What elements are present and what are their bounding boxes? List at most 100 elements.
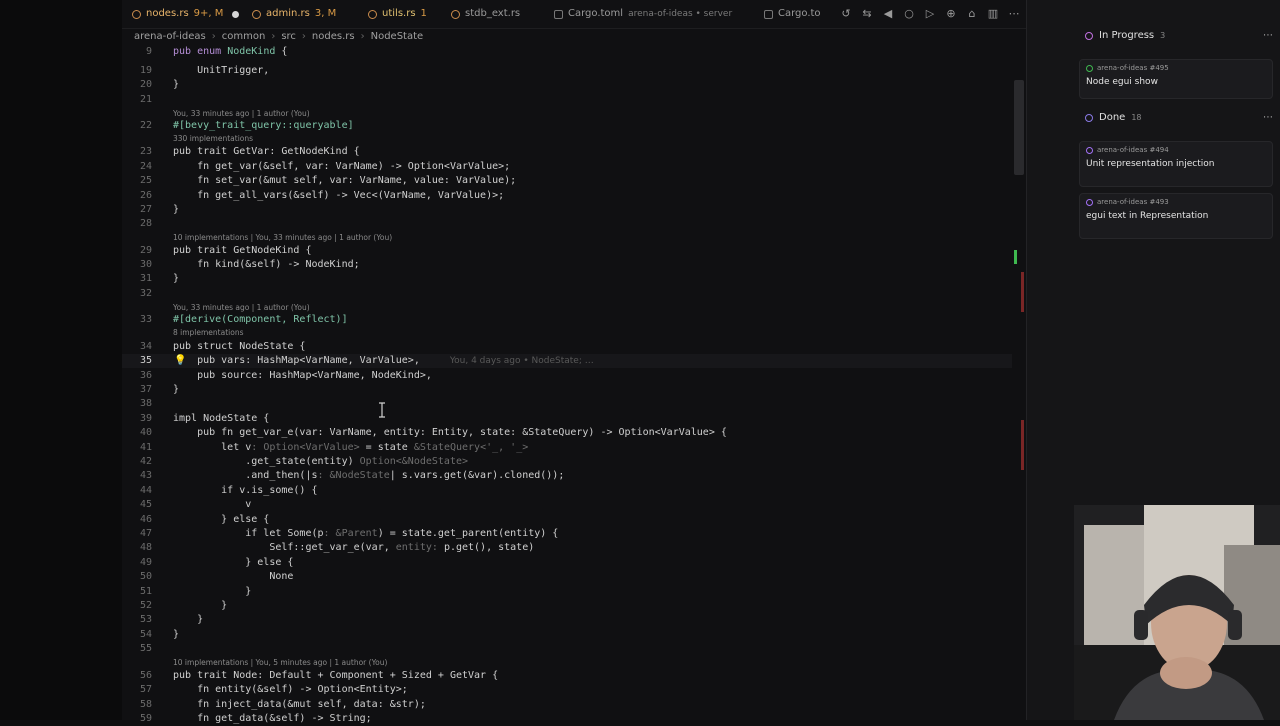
left-sidebar-strip [0, 0, 123, 720]
code-line[interactable]: 25 fn set_var(&mut self, var: VarName, v… [122, 174, 1026, 188]
code-line[interactable]: 38 [122, 397, 1026, 411]
code-line[interactable]: 22 #[bevy_trait_query::queryable] [122, 119, 1026, 133]
code-line[interactable]: 9 pub enum NodeKind { [122, 45, 1026, 59]
code-line[interactable]: 53 } [122, 613, 1026, 627]
lightbulb-icon[interactable]: 💡 [174, 356, 186, 366]
error-marker [1021, 272, 1024, 312]
rust-file-icon [132, 9, 141, 19]
tab-cargo-toml-2[interactable]: Cargo.to [764, 0, 821, 28]
extensions-icon[interactable]: ⊕ [945, 8, 957, 20]
open-issue-icon [1086, 64, 1093, 72]
webcam-image [1074, 505, 1280, 720]
unsaved-dot-icon[interactable] [232, 10, 240, 18]
history-icon[interactable]: ↺ [840, 8, 852, 20]
code-lens[interactable]: 8 implementations [173, 328, 244, 338]
webcam-overlay [1074, 505, 1280, 720]
circle-icon[interactable]: ○ [903, 8, 915, 20]
issue-card[interactable]: arena-of-ideas #494 Unit representation … [1079, 141, 1273, 187]
tab-cargo-toml[interactable]: Cargo.toml arena-of-ideas • server [554, 0, 732, 28]
rust-file-icon [451, 9, 460, 19]
rust-file-icon [368, 9, 377, 19]
code-line[interactable]: 40 pub fn get_var_e(var: VarName, entity… [122, 426, 1026, 440]
tab-stdb-ext-rs[interactable]: stdb_ext.rs [451, 0, 520, 28]
code-line[interactable]: 19 UnitTrigger, [122, 64, 1026, 78]
breadcrumb-item[interactable]: nodes.rs [312, 29, 355, 45]
code-line[interactable]: 58 fn inject_data(&mut self, data: &str)… [122, 698, 1026, 712]
rust-file-icon [252, 9, 261, 19]
code-line[interactable]: 48 Self::get_var_e(var, entity: p.get(),… [122, 541, 1026, 555]
back-icon[interactable]: ◀ [882, 8, 894, 20]
editor-tab-bar: nodes.rs 9+, M admin.rs 3, M utils.rs 1 … [122, 0, 1026, 29]
git-change-marker [1014, 250, 1017, 264]
code-editor[interactable]: nodes.rs 9+, M admin.rs 3, M utils.rs 1 … [122, 0, 1026, 724]
group-in-progress[interactable]: In Progress 3 [1085, 28, 1165, 44]
code-line[interactable]: 30 fn kind(&self) -> NodeKind; [122, 258, 1026, 272]
gear-icon [554, 9, 563, 19]
code-line[interactable]: 29 pub trait GetNodeKind { [122, 244, 1026, 258]
code-line[interactable]: 55 [122, 642, 1026, 656]
code-line[interactable]: 56 pub trait Node: Default + Component + … [122, 669, 1026, 683]
more-actions-icon[interactable]: ⋯ [1008, 8, 1020, 20]
home-icon[interactable]: ⌂ [966, 8, 978, 20]
code-line[interactable]: 21 [122, 93, 1026, 107]
code-line[interactable]: 34 pub struct NodeState { [122, 340, 1026, 354]
code-line[interactable]: 54} [122, 628, 1026, 642]
closed-issue-icon [1086, 198, 1093, 206]
code-line[interactable]: 37} [122, 383, 1026, 397]
breadcrumb-item[interactable]: NodeState [371, 29, 424, 45]
code-line[interactable]: 50 None [122, 570, 1026, 584]
text-cursor-icon [379, 402, 385, 418]
split-editor-icon[interactable]: ▥ [987, 8, 999, 20]
code-lens[interactable]: 10 implementations | You, 5 minutes ago … [173, 658, 387, 668]
code-line[interactable]: 41 let v: Option<VarValue> = state &Stat… [122, 441, 1026, 455]
code-line[interactable]: 33 #[derive(Component, Reflect)] [122, 313, 1026, 327]
done-status-icon [1085, 114, 1093, 122]
tab-nodes-rs[interactable]: nodes.rs 9+, M [132, 0, 240, 28]
code-line[interactable]: 39 impl NodeState { [122, 412, 1026, 426]
code-line[interactable]: 24 fn get_var(&self, var: VarName) -> Op… [122, 160, 1026, 174]
code-line[interactable]: 47 if let Some(p: &Parent) = state.get_p… [122, 527, 1026, 541]
code-line[interactable]: 51 } [122, 585, 1026, 599]
gear-icon [764, 9, 773, 19]
code-lens[interactable]: You, 33 minutes ago | 1 author (You) [173, 109, 310, 119]
issue-card[interactable]: arena-of-ideas #495 Node egui show [1079, 59, 1273, 99]
code-line[interactable]: 49 } else { [122, 556, 1026, 570]
code-line[interactable]: 20} [122, 78, 1026, 92]
code-line[interactable]: 44 if v.is_some() { [122, 484, 1026, 498]
in-progress-status-icon [1085, 32, 1093, 40]
code-line[interactable]: 43 .and_then(|s: &NodeState| s.vars.get(… [122, 469, 1026, 483]
editor-actions: ↺ ⇆ ◀ ○ ▷ ⊕ ⌂ ▥ ⋯ [840, 0, 1020, 28]
forward-icon[interactable]: ▷ [924, 8, 936, 20]
code-lens[interactable]: 330 implementations [173, 134, 253, 144]
code-line[interactable]: 59 fn get_data(&self) -> String; [122, 712, 1026, 726]
error-marker [1021, 420, 1024, 470]
tab-utils-rs[interactable]: utils.rs 1 [368, 0, 427, 28]
code-line[interactable]: 27} [122, 203, 1026, 217]
code-line[interactable]: 42 .get_state(entity) Option<&NodeState> [122, 455, 1026, 469]
code-line[interactable]: 46 } else { [122, 513, 1026, 527]
code-line[interactable]: 23 pub trait GetVar: GetNodeKind { [122, 145, 1026, 159]
code-line[interactable]: 57 fn entity(&self) -> Option<Entity>; [122, 683, 1026, 697]
closed-issue-icon [1086, 146, 1093, 154]
code-line[interactable]: 26 fn get_all_vars(&self) -> Vec<(VarNam… [122, 189, 1026, 203]
code-line[interactable]: 36 pub source: HashMap<VarName, NodeKind… [122, 369, 1026, 383]
code-line[interactable]: 52 } [122, 599, 1026, 613]
group-done[interactable]: Done 18 [1085, 110, 1142, 126]
breadcrumb-item[interactable]: common [222, 29, 266, 45]
breadcrumb: arena-of-ideas › common › src › nodes.rs › N… [134, 29, 423, 45]
code-line[interactable]: 31} [122, 272, 1026, 286]
code-line[interactable]: 28 [122, 217, 1026, 231]
compare-icon[interactable]: ⇆ [861, 8, 873, 20]
breadcrumb-item[interactable]: arena-of-ideas [134, 29, 206, 45]
issue-card[interactable]: arena-of-ideas #493 egui text in Represe… [1079, 193, 1273, 239]
code-line[interactable]: 45 v [122, 498, 1026, 512]
code-lens[interactable]: 10 implementations | You, 33 minutes ago… [173, 233, 392, 243]
more-options-icon[interactable]: ⋯ [1263, 112, 1273, 123]
breadcrumb-item[interactable]: src [281, 29, 296, 45]
code-line[interactable]: 32 [122, 287, 1026, 301]
tab-admin-rs[interactable]: admin.rs 3, M [252, 0, 336, 28]
code-line-current[interactable]: 35 pub vars: HashMap<VarName, VarValue>,… [122, 354, 1026, 368]
more-options-icon[interactable]: ⋯ [1263, 30, 1273, 41]
code-lens[interactable]: You, 33 minutes ago | 1 author (You) [173, 303, 310, 313]
scrollbar-thumb[interactable] [1014, 80, 1024, 175]
